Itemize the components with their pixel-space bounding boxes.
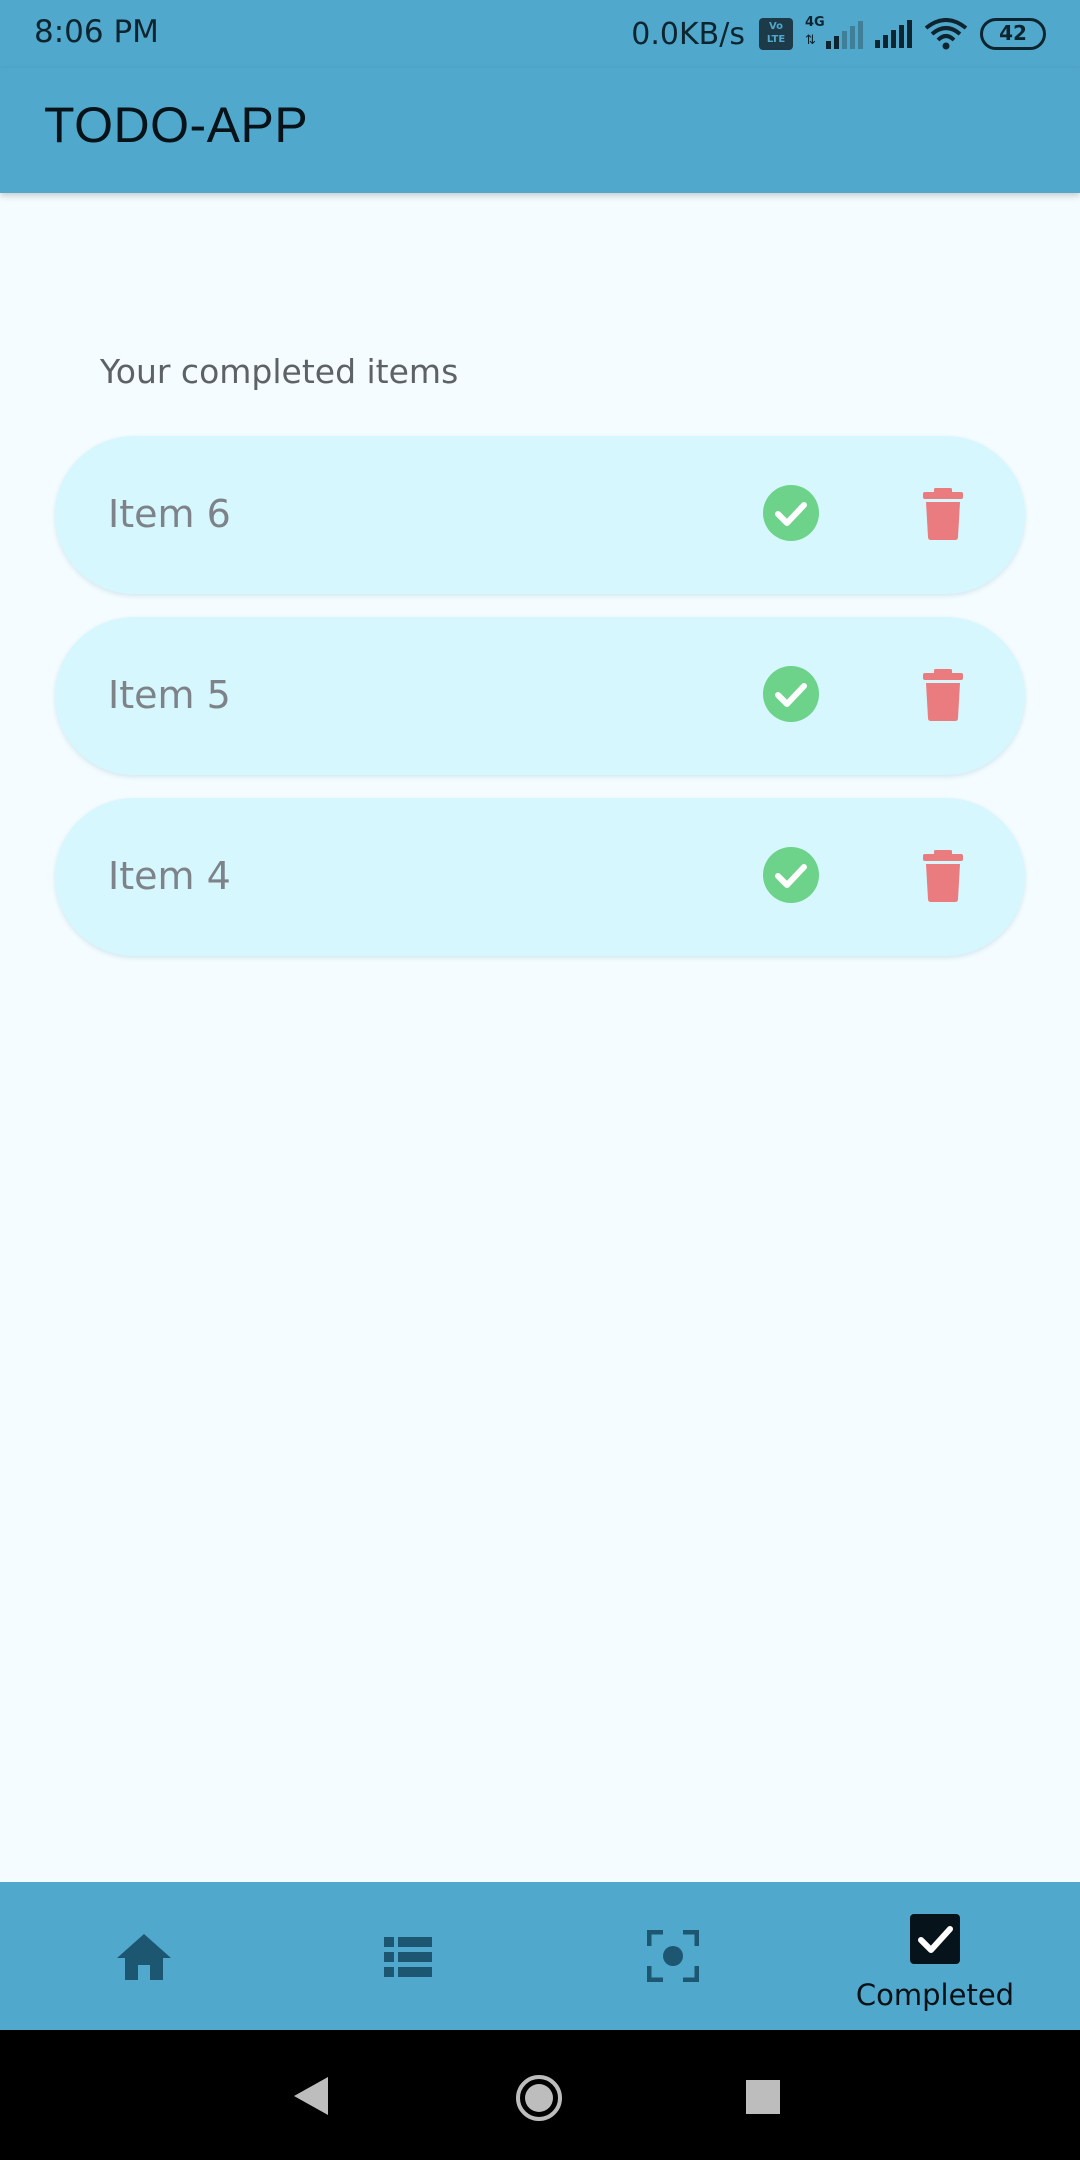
checkbox-icon (910, 1914, 960, 1964)
back-icon[interactable] (294, 2077, 328, 2115)
volte-line2: LTE (766, 34, 786, 45)
todo-item-label: Item 5 (108, 673, 231, 717)
section-heading: Your completed items (100, 352, 459, 391)
screen: 8:06 PM 0.0KB/s Vo LTE 4G ⇅ 42 TODO-APP … (0, 0, 1080, 2160)
todo-item-label: Item 4 (108, 854, 231, 898)
nav-list[interactable] (272, 1882, 542, 2030)
signal-icon (875, 20, 912, 48)
trash-icon[interactable] (923, 669, 963, 721)
network-speed: 0.0KB/s (631, 16, 745, 52)
list-icon (384, 1937, 432, 1977)
volte-line1: Vo (768, 21, 784, 32)
todo-item[interactable]: Item 6 (55, 436, 1025, 594)
data-arrows-icon: ⇅ (805, 33, 816, 48)
volte-icon: Vo LTE (759, 18, 793, 50)
app-title: TODO-APP (44, 97, 309, 153)
nav-completed-label: Completed (855, 1978, 1015, 2012)
todo-item-label: Item 6 (108, 492, 231, 536)
nav-focus[interactable] (537, 1882, 807, 2030)
check-circle-icon[interactable] (763, 485, 819, 541)
focus-icon (647, 1930, 699, 1982)
status-icons: 0.0KB/s Vo LTE 4G ⇅ 42 (631, 12, 1046, 56)
system-nav-bar (0, 2030, 1080, 2160)
completed-list: Item 6 Item 5 Item 4 (55, 436, 1025, 979)
recents-icon[interactable] (746, 2080, 780, 2114)
bottom-nav: Completed (0, 1882, 1080, 2030)
wifi-icon (924, 18, 968, 50)
nav-home[interactable] (8, 1882, 278, 2030)
signal-4g-icon: 4G ⇅ (805, 15, 863, 51)
nav-completed[interactable]: Completed (800, 1882, 1070, 2030)
status-bar: 8:06 PM 0.0KB/s Vo LTE 4G ⇅ 42 (0, 0, 1080, 68)
check-circle-icon[interactable] (763, 847, 819, 903)
check-circle-icon[interactable] (763, 666, 819, 722)
app-bar: TODO-APP (0, 68, 1080, 193)
battery-level: 42 (999, 21, 1027, 45)
battery-icon: 42 (980, 18, 1046, 50)
todo-item[interactable]: Item 4 (55, 798, 1025, 956)
network-type: 4G (805, 15, 825, 30)
todo-item[interactable]: Item 5 (55, 617, 1025, 775)
trash-icon[interactable] (923, 850, 963, 902)
home-circle-icon[interactable] (514, 2073, 564, 2123)
trash-icon[interactable] (923, 488, 963, 540)
status-time: 8:06 PM (34, 14, 159, 50)
home-icon (117, 1934, 171, 1980)
